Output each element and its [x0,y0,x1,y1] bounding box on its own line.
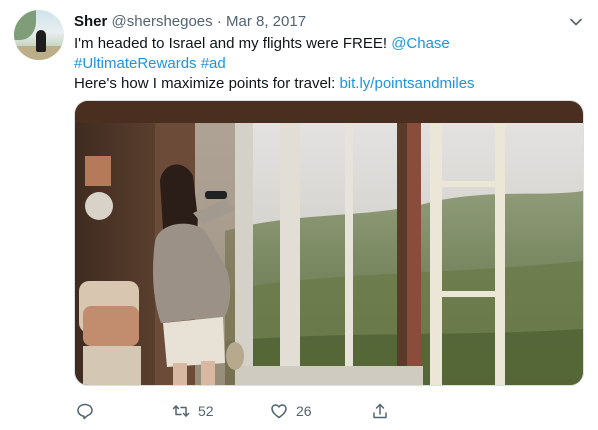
retweet-button[interactable]: 52 [172,400,214,422]
retweet-icon [172,405,190,417]
retweet-count: 52 [198,403,214,419]
chevron-down-icon[interactable] [569,15,583,29]
tweet-text: I'm headed to Israel and my flights were… [74,34,584,94]
avatar-figure [36,30,46,52]
user-handle[interactable]: @shershegoes [112,13,213,30]
mention-link[interactable]: @Chase [391,35,450,52]
tweet-text-line-3: Here's how I maximize points for travel:… [74,74,584,94]
tweet-text-line-1: I'm headed to Israel and my flights were… [74,34,584,54]
tweet-actions: 52 26 [74,400,404,422]
tweet-text-sentence: I'm headed to Israel and my flights were… [74,35,388,52]
tweet-photo[interactable] [74,100,584,386]
tweet-text-line-2: #UltimateRewards #ad [74,54,584,74]
tweet-card[interactable]: Sher @shershegoes · Mar 8, 2017 I'm head… [0,0,598,430]
avatar[interactable] [14,10,64,60]
avatar-tree [14,10,36,40]
header-separator: · [216,13,222,30]
tweet-text-sentence-2: Here's how I maximize points for travel: [74,75,336,92]
tweet-header: Sher @shershegoes · Mar 8, 2017 [74,12,306,32]
reply-icon [77,403,93,420]
photo-window-scene [75,101,583,385]
reply-button[interactable] [76,400,94,422]
heart-icon [271,404,287,419]
display-name[interactable]: Sher [74,13,107,30]
tweet-date[interactable]: Mar 8, 2017 [226,13,306,30]
like-button[interactable]: 26 [270,400,312,422]
like-count: 26 [296,403,312,419]
share-button[interactable] [371,400,389,422]
hashtag-link[interactable]: #UltimateRewards [74,55,197,72]
url-link[interactable]: bit.ly/pointsandmiles [339,75,474,92]
share-icon [373,403,387,419]
hashtag-ad-link[interactable]: #ad [201,55,226,72]
